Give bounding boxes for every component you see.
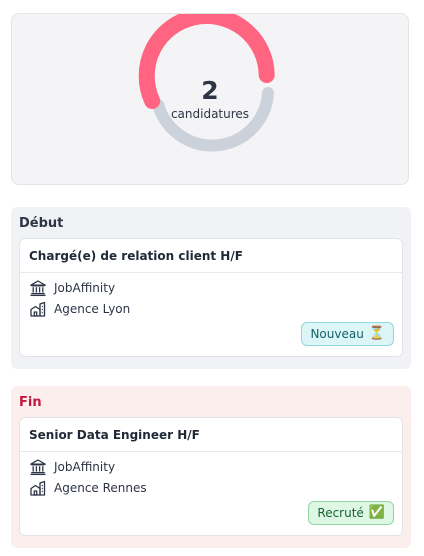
company-row: JobAffinity xyxy=(29,279,115,297)
application-card[interactable]: Chargé(e) de relation client H/F JobAffi… xyxy=(19,238,403,357)
applications-count: 2 xyxy=(201,76,219,105)
building-icon xyxy=(29,479,47,497)
bank-icon xyxy=(29,279,47,297)
job-title: Chargé(e) de relation client H/F xyxy=(29,249,243,263)
company-name: JobAffinity xyxy=(54,460,116,474)
building-icon xyxy=(29,300,47,318)
job-title: Senior Data Engineer H/F xyxy=(29,428,200,442)
status-badge-hired[interactable]: Recruté ✅ xyxy=(308,501,394,525)
agency-name: Agence Rennes xyxy=(54,481,147,495)
status-badge-new[interactable]: Nouveau ⏳ xyxy=(301,322,394,346)
status-label: Nouveau xyxy=(310,327,364,341)
agency-row: Agence Lyon xyxy=(29,300,130,318)
company-row: JobAffinity xyxy=(29,458,115,476)
applications-summary-card: 2 candidatures xyxy=(11,13,409,185)
check-icon: ✅ xyxy=(368,505,385,520)
company-name: JobAffinity xyxy=(54,281,116,295)
card-divider xyxy=(20,272,402,273)
agency-row: Agence Rennes xyxy=(29,479,147,497)
card-divider xyxy=(20,451,402,452)
hourglass-icon: ⏳ xyxy=(368,326,385,341)
applications-count-label: candidatures xyxy=(170,107,250,121)
stage-column-debut: Début Chargé(e) de relation client H/F J… xyxy=(11,207,411,369)
agency-name: Agence Lyon xyxy=(54,302,131,316)
bank-icon xyxy=(29,458,47,476)
status-label: Recruté xyxy=(317,506,364,520)
stage-title-fin: Fin xyxy=(19,395,42,410)
stage-column-fin: Fin Senior Data Engineer H/F JobAffinity xyxy=(11,386,411,548)
application-card[interactable]: Senior Data Engineer H/F JobAffinity Age… xyxy=(19,417,403,536)
stage-title-debut: Début xyxy=(19,216,64,231)
